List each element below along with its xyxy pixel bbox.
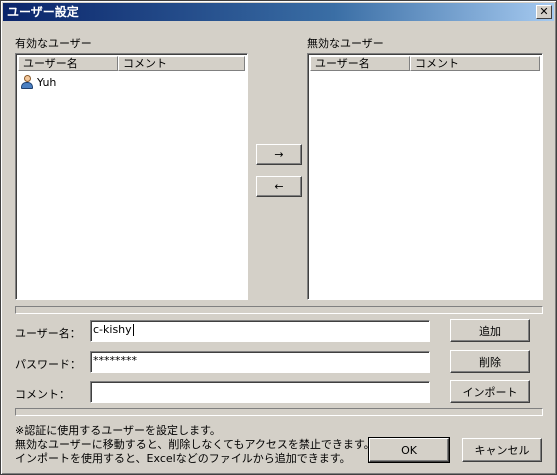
window-title: ユーザー設定	[7, 5, 79, 19]
ok-button[interactable]: OK	[368, 437, 450, 463]
column-header-username[interactable]: ユーザー名	[18, 56, 118, 71]
move-to-enabled-button[interactable]: ←	[256, 176, 302, 197]
comment-label: コメント：	[15, 388, 70, 401]
title-bar[interactable]: ユーザー設定 ✕	[3, 3, 554, 21]
separator	[15, 408, 543, 416]
import-button[interactable]: インポート	[450, 380, 530, 403]
disabled-users-list[interactable]: ユーザー名 コメント	[307, 53, 543, 300]
close-icon[interactable]: ✕	[536, 5, 552, 19]
delete-button[interactable]: 削除	[450, 350, 530, 373]
enabled-users-header: ユーザー名 コメント	[18, 56, 245, 71]
enabled-users-list[interactable]: ユーザー名 コメント Yuh	[15, 53, 248, 300]
disabled-users-header: ユーザー名 コメント	[310, 56, 540, 71]
column-header-comment[interactable]: コメント	[118, 56, 245, 71]
list-item-username: Yuh	[37, 75, 57, 89]
enabled-users-heading: 有効なユーザー	[15, 37, 92, 50]
password-input[interactable]: ********	[90, 351, 430, 373]
disabled-users-heading: 無効なユーザー	[307, 37, 384, 50]
username-value: c-kishy	[93, 323, 132, 336]
text-caret	[132, 324, 134, 336]
separator	[15, 306, 543, 314]
column-header-username[interactable]: ユーザー名	[310, 56, 410, 71]
column-header-comment[interactable]: コメント	[410, 56, 540, 71]
move-to-disabled-button[interactable]: →	[256, 144, 302, 165]
add-button[interactable]: 追加	[450, 319, 530, 342]
list-item[interactable]: Yuh	[20, 74, 56, 90]
username-input[interactable]: c-kishy	[90, 320, 430, 342]
cancel-button[interactable]: キャンセル	[462, 438, 542, 462]
comment-input[interactable]	[90, 381, 430, 403]
help-note: インポートを使用すると、Excelなどのファイルから追加できます。	[15, 452, 351, 465]
user-settings-dialog: ユーザー設定 ✕ 有効なユーザー ユーザー名 コメント Yuh → ← 無効なユ…	[0, 0, 557, 475]
user-icon	[20, 75, 34, 89]
username-label: ユーザー名：	[15, 327, 81, 340]
password-label: パスワード：	[15, 358, 81, 371]
